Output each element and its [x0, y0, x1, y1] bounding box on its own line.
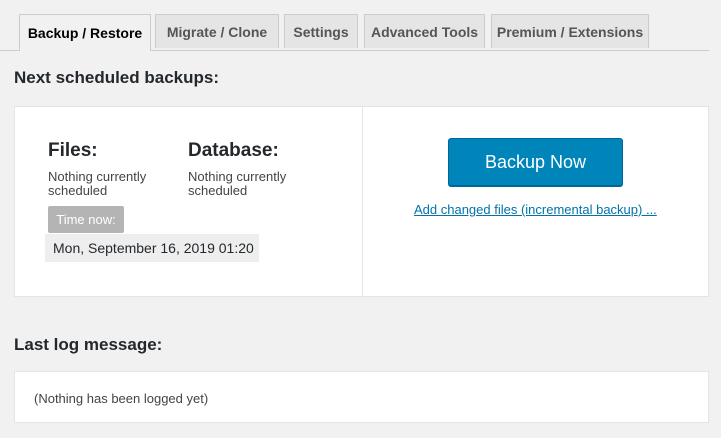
backup-now-button[interactable]: Backup Now [448, 138, 623, 186]
tab-premium-extensions[interactable]: Premium / Extensions [491, 14, 649, 48]
files-title: Files: [48, 140, 98, 161]
files-status: Nothing currently scheduled [48, 169, 147, 198]
database-title: Database: [188, 140, 279, 161]
log-heading: Last log message: [14, 335, 163, 354]
panel-divider [362, 107, 363, 296]
tab-migrate-clone[interactable]: Migrate / Clone [155, 14, 279, 48]
time-now-label: Time now: [48, 206, 124, 233]
scheduled-heading: Next scheduled backups: [14, 68, 220, 87]
log-message: (Nothing has been logged yet) [34, 391, 209, 406]
incremental-backup-link[interactable]: Add changed files (incremental backup) .… [414, 202, 657, 217]
tab-bar: Backup / Restore Migrate / Clone Setting… [0, 0, 709, 51]
time-now-value: Mon, September 16, 2019 01:20 [45, 234, 259, 262]
database-status: Nothing currently scheduled [188, 169, 287, 198]
tab-backup-restore[interactable]: Backup / Restore [19, 14, 151, 51]
tab-settings[interactable]: Settings [284, 14, 358, 48]
tab-advanced-tools[interactable]: Advanced Tools [364, 14, 485, 48]
